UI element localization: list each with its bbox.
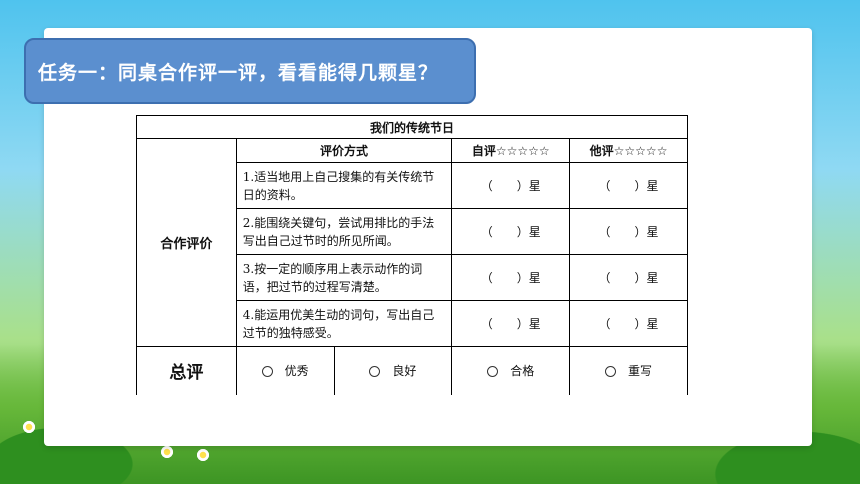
criterion-text: 1.适当地用上自己搜集的有关传统节日的资料。 bbox=[235, 162, 453, 209]
group-label: 合作评价 bbox=[136, 138, 237, 347]
peer-rating[interactable]: （ ）星 bbox=[569, 300, 688, 347]
table-title: 我们的传统节日 bbox=[136, 115, 688, 139]
radio-circle-icon bbox=[261, 366, 273, 378]
summary-label: 总评 bbox=[136, 346, 237, 395]
summary-row: 总评 优秀 良好 合格 重写 bbox=[136, 346, 688, 395]
criterion-text: 2.能围绕关键句，尝试用排比的手法写出自己过节时的所见所闻。 bbox=[235, 208, 453, 255]
evaluation-table: 我们的传统节日 合作评价 评价方式 自评☆☆☆☆☆ 他评☆☆☆☆☆ 1.适当地用… bbox=[136, 115, 688, 395]
summary-option-rewrite[interactable]: 重写 bbox=[569, 346, 688, 395]
header-method: 评价方式 bbox=[235, 138, 453, 163]
header-self: 自评☆☆☆☆☆ bbox=[451, 138, 571, 163]
criterion-text: 3.按一定的顺序用上表示动作的词语，把过节的过程写清楚。 bbox=[235, 254, 453, 301]
option-label: 优秀 bbox=[284, 364, 309, 379]
option-label: 良好 bbox=[392, 364, 417, 379]
radio-circle-icon bbox=[487, 366, 499, 378]
peer-rating[interactable]: （ ）星 bbox=[569, 254, 688, 301]
option-label: 合格 bbox=[510, 364, 535, 379]
peer-rating[interactable]: （ ）星 bbox=[569, 162, 688, 209]
task-banner: 任务一：同桌合作评一评，看看能得几颗星？ bbox=[24, 38, 476, 104]
flower-decoration bbox=[196, 448, 210, 462]
option-label: 重写 bbox=[628, 364, 653, 379]
self-rating[interactable]: （ ）星 bbox=[451, 254, 571, 301]
radio-circle-icon bbox=[369, 366, 381, 378]
self-rating[interactable]: （ ）星 bbox=[451, 208, 571, 255]
criterion-text: 4.能运用优美生动的词句，写出自己过节的独特感受。 bbox=[235, 300, 453, 347]
summary-option-good[interactable]: 良好 bbox=[333, 346, 453, 395]
summary-option-pass[interactable]: 合格 bbox=[451, 346, 571, 395]
peer-rating[interactable]: （ ）星 bbox=[569, 208, 688, 255]
radio-circle-icon bbox=[605, 366, 617, 378]
summary-option-excellent[interactable]: 优秀 bbox=[235, 346, 335, 395]
self-rating[interactable]: （ ）星 bbox=[451, 300, 571, 347]
task-banner-text: 任务一：同桌合作评一评，看看能得几颗星？ bbox=[38, 61, 439, 84]
flower-decoration bbox=[160, 445, 174, 459]
self-rating[interactable]: （ ）星 bbox=[451, 162, 571, 209]
header-peer: 他评☆☆☆☆☆ bbox=[569, 138, 688, 163]
flower-decoration bbox=[22, 420, 36, 434]
